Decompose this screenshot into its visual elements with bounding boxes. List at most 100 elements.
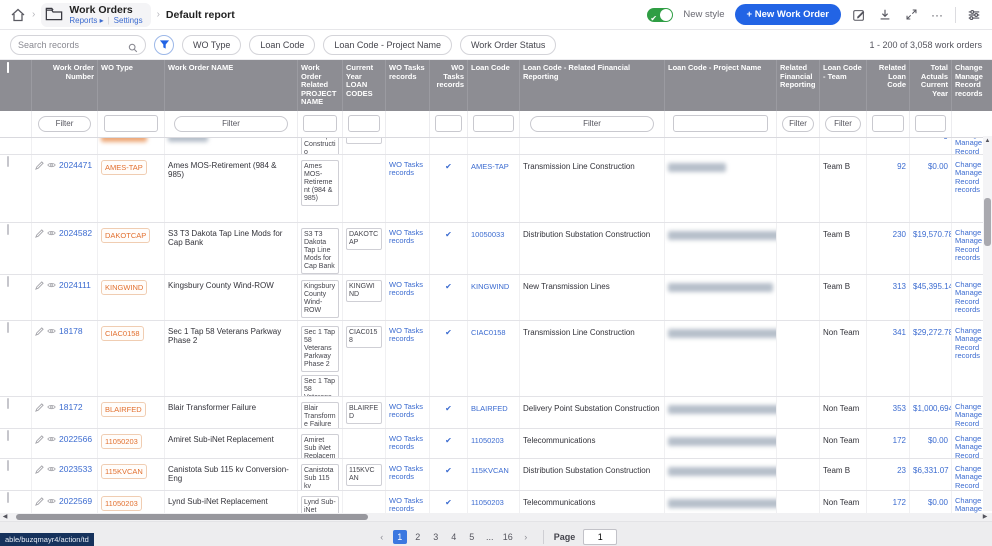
- column-filter-input-project[interactable]: [303, 115, 337, 132]
- column-filter-num[interactable]: Filter: [38, 116, 91, 132]
- view-eye-icon[interactable]: [47, 161, 56, 170]
- view-eye-icon[interactable]: [47, 327, 56, 336]
- page-button-2[interactable]: 2: [411, 530, 425, 544]
- column-filter-input-type[interactable]: [104, 115, 158, 132]
- row-checkbox[interactable]: [7, 156, 9, 167]
- view-eye-icon[interactable]: [47, 497, 56, 506]
- wo-tasks-records-link[interactable]: WO Tasks records: [389, 157, 426, 178]
- vertical-scrollbar[interactable]: ▲: [983, 136, 992, 511]
- scroll-left-icon[interactable]: ◀: [0, 513, 10, 520]
- work-order-number-link[interactable]: 2023533: [59, 465, 92, 474]
- total-actuals[interactable]: $6,331.07: [913, 461, 948, 475]
- edit-pencil-icon[interactable]: [35, 161, 44, 170]
- related-loan-code[interactable]: 353: [870, 399, 906, 413]
- wo-tasks-records-link[interactable]: WO Tasks records: [389, 323, 426, 344]
- wo-tasks-records-link[interactable]: WO Tasks records: [389, 431, 426, 452]
- wo-tasks-records-link[interactable]: WO Tasks records: [389, 225, 426, 246]
- column-filter-name[interactable]: Filter: [174, 116, 287, 132]
- related-loan-code[interactable]: 313: [870, 277, 906, 291]
- page-button-4[interactable]: 4: [447, 530, 461, 544]
- loan-code-link[interactable]: 115KVCAN: [471, 461, 516, 475]
- column-filter-input-loan[interactable]: [473, 115, 514, 132]
- loan-code-link[interactable]: AMES-TAP: [471, 157, 516, 171]
- related-loan-code[interactable]: 92: [870, 157, 906, 171]
- row-checkbox[interactable]: [7, 224, 9, 235]
- filter-pill-0[interactable]: WO Type: [182, 35, 241, 55]
- more-icon[interactable]: ···: [929, 7, 945, 23]
- related-loan-code[interactable]: 172: [870, 493, 906, 507]
- home-icon[interactable]: [10, 7, 26, 23]
- loan-code-link[interactable]: CIAC0158: [471, 323, 516, 337]
- edit-pencil-icon[interactable]: [35, 229, 44, 238]
- row-checkbox[interactable]: [7, 322, 9, 333]
- related-loan-code[interactable]: 172: [870, 431, 906, 445]
- vertical-scroll-thumb[interactable]: [984, 198, 991, 246]
- work-order-number-link[interactable]: 2022569: [59, 497, 92, 506]
- prev-page-button[interactable]: ‹: [375, 530, 389, 544]
- loan-code-link[interactable]: 11050203: [471, 493, 516, 507]
- column-filter-input-check[interactable]: [435, 115, 463, 132]
- edit-pencil-icon[interactable]: [35, 281, 44, 290]
- filter-funnel-icon[interactable]: [154, 35, 174, 55]
- work-order-number-link[interactable]: 18172: [59, 403, 83, 412]
- edit-pencil-icon[interactable]: [35, 497, 44, 506]
- work-order-number-link[interactable]: 2024582: [59, 229, 92, 238]
- settings-link[interactable]: Settings: [114, 16, 143, 25]
- search-box[interactable]: [10, 35, 146, 55]
- column-filter-input-codes[interactable]: [348, 115, 380, 132]
- column-filter-relfin[interactable]: Filter: [782, 116, 814, 132]
- page-number-input[interactable]: [583, 529, 617, 545]
- total-actuals[interactable]: $45,395.14: [913, 277, 948, 291]
- column-filter-financial[interactable]: Filter: [530, 116, 654, 132]
- total-actuals[interactable]: $0.00: [913, 157, 948, 171]
- view-eye-icon[interactable]: [47, 465, 56, 474]
- settings-sliders-icon[interactable]: [966, 7, 982, 23]
- expand-icon[interactable]: [903, 7, 919, 23]
- next-page-button[interactable]: ›: [519, 530, 533, 544]
- filter-pill-1[interactable]: Loan Code: [249, 35, 315, 55]
- work-order-number-link[interactable]: 18178: [59, 327, 83, 336]
- row-checkbox[interactable]: [7, 492, 9, 503]
- page-button-5[interactable]: 5: [465, 530, 479, 544]
- loan-code-link[interactable]: 10050033: [471, 225, 516, 239]
- related-loan-code[interactable]: 341: [870, 323, 906, 337]
- total-actuals[interactable]: $0.00: [913, 493, 948, 507]
- reports-link[interactable]: Reports ▸: [69, 16, 103, 25]
- loan-code-link[interactable]: BLAIRFED: [471, 399, 516, 413]
- edit-pencil-icon[interactable]: [35, 403, 44, 412]
- select-all-checkbox[interactable]: [7, 62, 9, 73]
- related-loan-code[interactable]: 23: [870, 461, 906, 475]
- filter-pill-3[interactable]: Work Order Status: [460, 35, 556, 55]
- page-button-16[interactable]: 16: [501, 530, 515, 544]
- wo-tasks-records-link[interactable]: WO Tasks records: [389, 277, 426, 298]
- edit-report-icon[interactable]: [851, 7, 867, 23]
- total-actuals[interactable]: $0.00: [913, 431, 948, 445]
- horizontal-scroll-thumb[interactable]: [16, 514, 368, 520]
- search-input[interactable]: [18, 40, 124, 50]
- view-eye-icon[interactable]: [47, 435, 56, 444]
- scroll-right-icon[interactable]: ▶: [980, 513, 990, 520]
- row-checkbox[interactable]: [7, 430, 9, 441]
- page-button-3[interactable]: 3: [429, 530, 443, 544]
- column-filter-input-related[interactable]: [872, 115, 904, 132]
- work-order-number-link[interactable]: 2024471: [59, 161, 92, 170]
- wo-tasks-records-link[interactable]: WO Tasks records: [389, 493, 426, 513]
- column-filter-team[interactable]: Filter: [825, 116, 861, 132]
- row-checkbox[interactable]: [7, 460, 9, 471]
- wo-tasks-records-link[interactable]: WO Tasks records: [389, 399, 426, 420]
- column-filter-input-lcproject[interactable]: [673, 115, 768, 132]
- edit-pencil-icon[interactable]: [35, 465, 44, 474]
- related-loan-code[interactable]: 230: [870, 225, 906, 239]
- horizontal-scrollbar[interactable]: ◀ ▶: [0, 513, 992, 522]
- total-actuals[interactable]: $19,570.78: [913, 225, 948, 239]
- edit-pencil-icon[interactable]: [35, 327, 44, 336]
- column-filter-input-total[interactable]: [915, 115, 947, 132]
- new-work-order-button[interactable]: + New Work Order: [735, 4, 841, 25]
- page-button-1[interactable]: 1: [393, 530, 407, 544]
- work-order-number-link[interactable]: 2022566: [59, 435, 92, 444]
- loan-code-link[interactable]: 11050203: [471, 431, 516, 445]
- new-style-toggle[interactable]: ✔: [647, 8, 673, 22]
- total-actuals[interactable]: $1,000,694.10: [913, 399, 948, 413]
- edit-pencil-icon[interactable]: [35, 435, 44, 444]
- total-actuals[interactable]: $29,272.78: [913, 323, 948, 337]
